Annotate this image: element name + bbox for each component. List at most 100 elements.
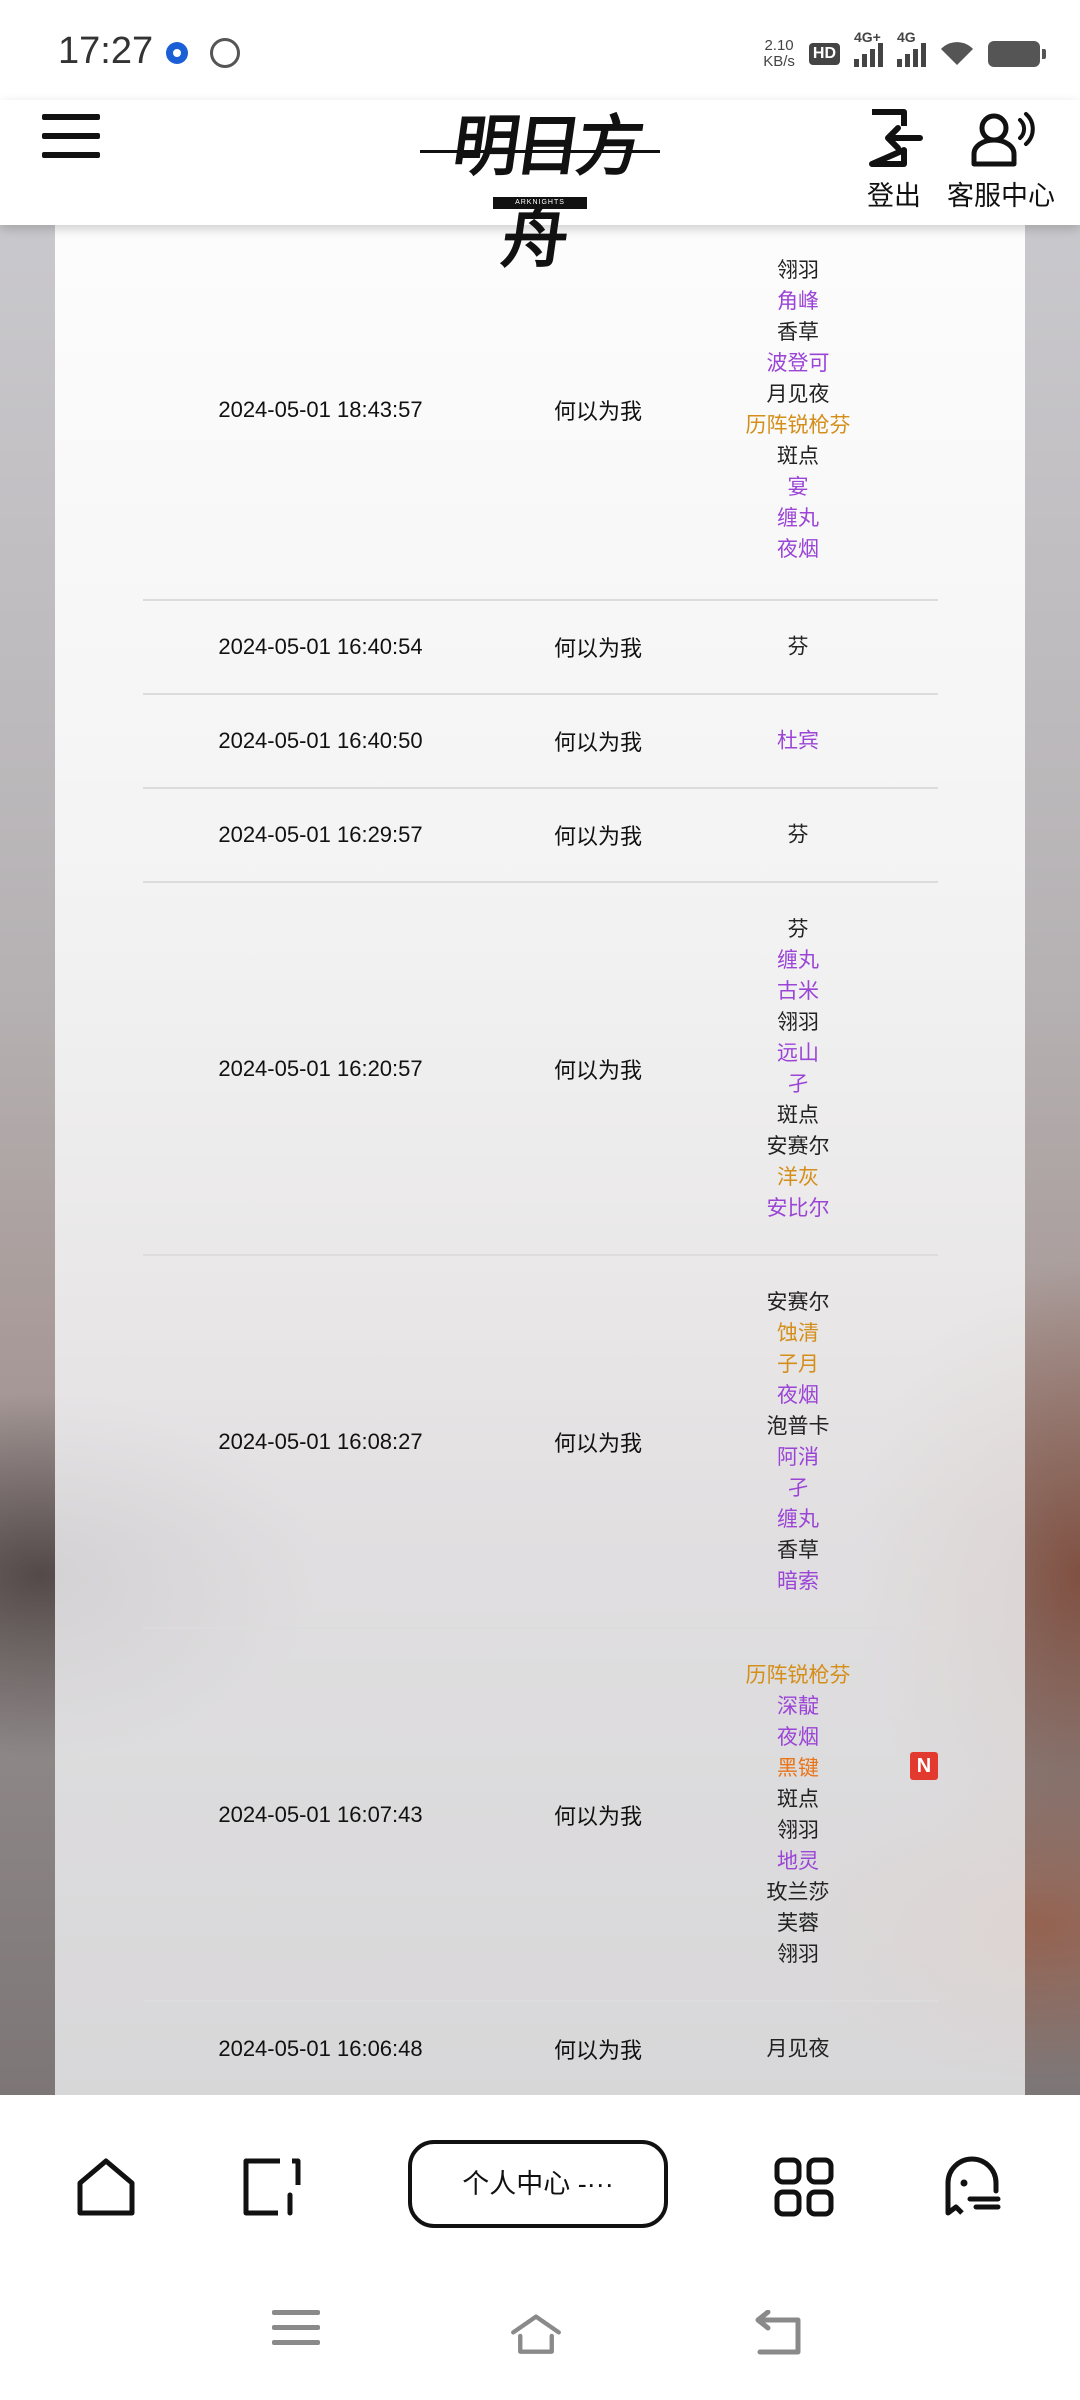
operator-name: 安比尔: [766, 1196, 830, 1220]
operator-name: 斑点: [777, 1103, 819, 1127]
record-time: 2024-05-01 16:06:48: [218, 2035, 423, 2061]
operator-name: 安赛尔: [766, 1290, 830, 1314]
menu-icon[interactable]: [272, 2310, 328, 2360]
battery-icon: [988, 41, 1046, 67]
record-pool: 何以为我: [553, 2037, 642, 2063]
record-row: 2024-05-01 16:40:50 何以为我 杜宾: [143, 695, 938, 789]
tabs-icon[interactable]: [240, 2155, 304, 2219]
screen: 17:27 2.10 KB/s HD 4G+ 4G 明日方舟 ARKNIGHTS…: [0, 0, 1080, 2400]
net-speed-value: 2.10: [764, 37, 794, 54]
operator-name: 角峰: [777, 289, 819, 313]
wifi-icon: [941, 42, 973, 65]
record-pool: 何以为我: [553, 1430, 642, 1456]
record-time: 2024-05-01 18:43:57: [218, 396, 423, 422]
record-pool: 何以为我: [553, 398, 642, 424]
net-speed: 2.10 KB/s: [763, 38, 795, 70]
record-pool: 何以为我: [553, 1057, 642, 1083]
logout-label: 登出: [867, 181, 921, 211]
record-row: 2024-05-01 16:07:43 何以为我 历阵锐枪芬 深靛 夜烟 黑键 …: [143, 1629, 938, 2002]
record-pool: 何以为我: [553, 824, 642, 849]
service-label: 客服中心: [947, 181, 1055, 211]
operator-name: 蚀清: [777, 1321, 819, 1345]
record-time: 2024-05-01 16:29:57: [218, 822, 423, 847]
operator-name: 地灵: [777, 1849, 819, 1873]
menu-button[interactable]: [42, 114, 102, 164]
ghost-icon[interactable]: [940, 2155, 1004, 2219]
gacha-records-panel: 2024-05-01 18:43:57 何以为我 翎羽 角峰 香草 波登可 月见…: [55, 220, 1025, 2095]
operator-name: 泡普卡: [766, 1414, 830, 1438]
operator-name: 杜宾: [777, 729, 819, 753]
record-time: 2024-05-01 16:08:27: [218, 1428, 423, 1454]
customer-service-button[interactable]: 客服中心: [946, 108, 1056, 213]
operator-name: 缠丸: [777, 1507, 819, 1531]
operator-name: 洋灰: [777, 1165, 819, 1189]
logout-button[interactable]: 登出: [862, 108, 926, 213]
operator-name: 波登可: [766, 351, 830, 375]
record-row: 2024-05-01 16:40:54 何以为我 芬: [143, 601, 938, 695]
logo-subtext: ARKNIGHTS: [493, 197, 587, 209]
home-icon[interactable]: [508, 2310, 564, 2360]
operator-name: 宴: [787, 475, 809, 499]
record-row: 2024-05-01 16:20:57 何以为我 芬 缠丸 古米 翎羽 远山 孑…: [143, 883, 938, 1256]
signal1-label: 4G+: [854, 29, 881, 45]
signal2-label: 4G: [897, 29, 916, 45]
operator-name: 翎羽: [777, 1818, 819, 1842]
operator-name: 深靛: [777, 1694, 819, 1718]
operator-list: 月见夜: [698, 2033, 898, 2064]
operator-name: 缠丸: [777, 948, 819, 972]
operator-name: 翎羽: [777, 258, 819, 282]
operator-name: 芬: [787, 917, 809, 941]
record-pool: 何以为我: [553, 1803, 642, 1829]
signal2-icon: 4G: [897, 29, 926, 67]
operator-name: 缠丸: [777, 506, 819, 530]
operator-name: 古米: [777, 979, 819, 1003]
operator-list: 安赛尔 蚀清 子月 夜烟 泡普卡 阿消 孑 缠丸 香草 暗索: [698, 1287, 898, 1597]
record-time: 2024-05-01 16:20:57: [218, 1055, 423, 1081]
browser-toolbar: 个人中心 -···: [0, 2095, 1080, 2270]
operator-name: 阿消: [777, 1445, 819, 1469]
operator-name: 翎羽: [777, 1010, 819, 1034]
apps-grid-icon[interactable]: [772, 2155, 836, 2219]
system-nav-bar: [0, 2270, 1080, 2400]
operator-name: 芬: [787, 635, 809, 659]
record-time: 2024-05-01 16:40:54: [218, 634, 423, 659]
operator-name: 月见夜: [766, 382, 830, 406]
operator-name: 香草: [777, 1538, 819, 1562]
arknights-logo[interactable]: 明日方舟 ARKNIGHTS: [420, 100, 660, 277]
operator-name: 夜烟: [777, 1383, 819, 1407]
hamburger-icon: [42, 114, 100, 120]
operator-list: 芬: [698, 632, 898, 663]
status-icons: 2.10 KB/s HD 4G+ 4G: [763, 29, 1046, 74]
operator-name: 夜烟: [777, 537, 819, 561]
operator-list: 杜宾: [698, 726, 898, 757]
hd-badge: HD: [808, 43, 840, 65]
back-icon[interactable]: [752, 2310, 808, 2360]
vpn-icon: [210, 38, 240, 68]
operator-name: 子月: [777, 1352, 819, 1376]
operator-name: 斑点: [777, 444, 819, 468]
operator-name: 历阵锐枪芬: [745, 1663, 851, 1687]
address-bar[interactable]: 个人中心 -···: [408, 2140, 668, 2228]
operator-name: 玫兰莎: [766, 1880, 830, 1904]
signal1-icon: 4G+: [854, 29, 883, 67]
operator-name: 历阵锐枪芬: [745, 413, 851, 437]
logo-text: 明日方舟: [447, 107, 645, 277]
operator-name: 芬: [787, 823, 809, 847]
customer-service-icon: [971, 112, 1035, 167]
status-time: 17:27: [58, 30, 154, 72]
site-header: 明日方舟 ARKNIGHTS 登出 客服中心: [0, 100, 1080, 277]
operator-list: 历阵锐枪芬 深靛 夜烟 黑键 斑点 翎羽 地灵 玫兰莎 芙蓉 翎羽 N: [698, 1660, 938, 1970]
operator-name: 黑键: [777, 1756, 819, 1780]
net-speed-unit: KB/s: [763, 53, 795, 70]
record-pool: 何以为我: [553, 636, 642, 661]
record-time: 2024-05-01 16:07:43: [218, 1801, 423, 1827]
record-row: 2024-05-01 16:08:27 何以为我 安赛尔 蚀清 子月 夜烟 泡普…: [143, 1256, 938, 1629]
operator-list: 芬: [698, 820, 898, 851]
record-pool: 何以为我: [553, 730, 642, 755]
new-badge: N: [910, 1751, 938, 1780]
record-time: 2024-05-01 16:40:50: [218, 728, 423, 753]
logout-icon: [869, 109, 923, 167]
operator-name: 暗索: [777, 1569, 819, 1593]
record-row: 2024-05-01 16:29:57 何以为我 芬: [143, 789, 938, 883]
home-icon[interactable]: [74, 2155, 138, 2219]
